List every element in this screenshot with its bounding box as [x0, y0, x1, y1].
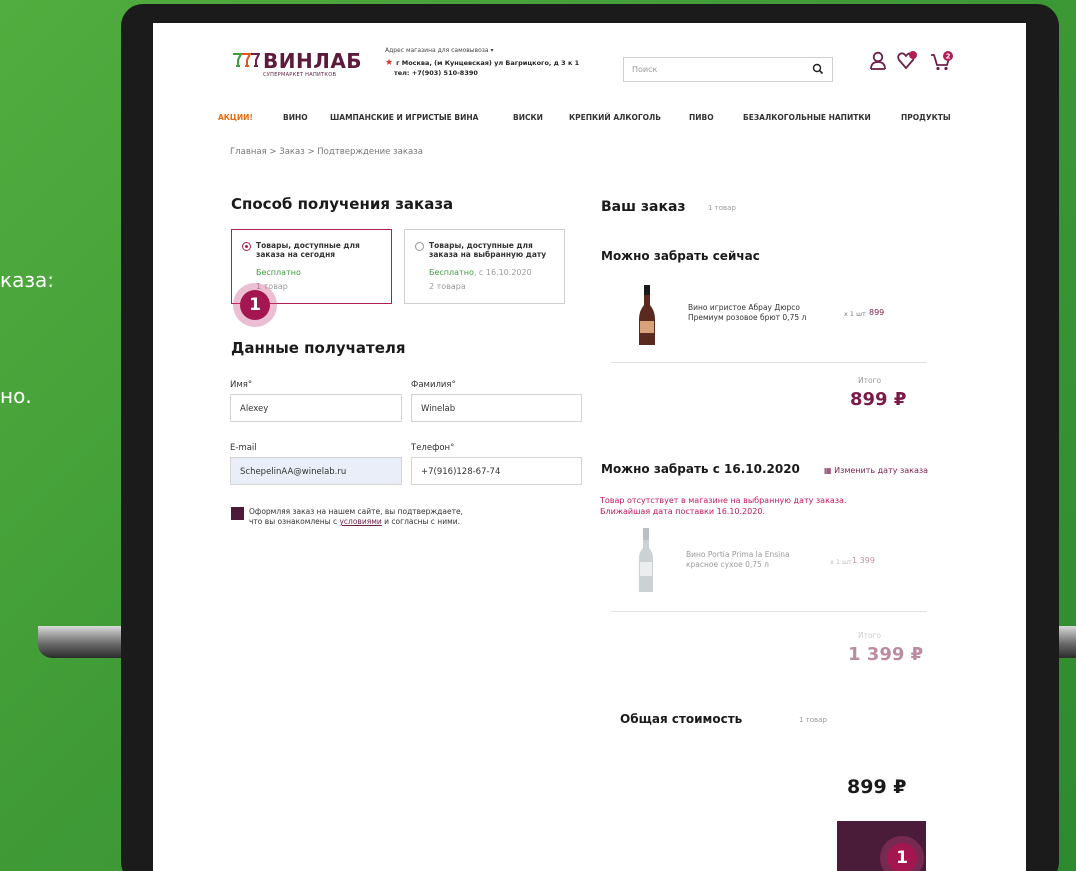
bottle-rose-image: [639, 285, 655, 345]
delivery-option-date[interactable]: Товары, доступные для заказа на выбранну…: [404, 229, 565, 304]
availability-warning: Товар отсутствует в магазине на выбранну…: [600, 496, 847, 516]
change-date-link[interactable]: ▦ Изменить дату заказа: [824, 466, 928, 475]
user-icon[interactable]: [869, 51, 887, 71]
email-label: E-mail: [230, 443, 257, 453]
product-name-2: Вино Portia Prima la Ensina красное сухо…: [686, 550, 790, 569]
grand-total-count: 1 товар: [799, 716, 827, 724]
nav-item-sparkling[interactable]: ШАМПАНСКИЕ И ИГРИСТЫЕ ВИНА: [330, 113, 478, 122]
browser-screen: ВИНЛАБ СУПЕРМАРКЕТ НАПИТКОВ Адрес магази…: [153, 23, 1026, 871]
recipient-title: Данные получателя: [231, 339, 406, 357]
main-nav: АКЦИИ! ВИНО ШАМПАНСКИЕ И ИГРИСТЫЕ ВИНА В…: [218, 113, 1018, 127]
checkbox-icon[interactable]: [231, 507, 244, 520]
search-input[interactable]: Поиск: [623, 57, 833, 82]
first-name-field[interactable]: Alexey: [230, 394, 402, 422]
step-badge-1: 1: [233, 283, 277, 327]
breadcrumb[interactable]: Главная > Заказ > Подтверждение заказа: [230, 147, 423, 157]
nav-item-sale[interactable]: АКЦИИ!: [218, 113, 253, 122]
chevron-down-icon: ▾: [490, 47, 494, 54]
nav-item-food[interactable]: ПРОДУКТЫ: [901, 113, 951, 122]
bottle-red-image: [639, 528, 653, 592]
option-price: Бесплатно, с 16.10.2020: [429, 268, 532, 277]
nav-item-strong[interactable]: КРЕПКИЙ АЛКОГОЛЬ: [569, 113, 661, 122]
nav-item-beer[interactable]: ПИВО: [689, 113, 714, 122]
grand-total: 899 ₽: [847, 776, 907, 798]
store-address: ★ г Москва, (м Кунцевская) ул Багрицкого,…: [385, 58, 580, 68]
product-name-1: Вино игристое Абрау Дюрсо Премиум розово…: [688, 303, 807, 322]
address-label[interactable]: Адрес магазина для самовывоза ▾: [385, 47, 494, 54]
delivery-title: Способ получения заказа: [231, 195, 454, 213]
option-title: Товары, доступные для заказа на выбранну…: [429, 241, 547, 259]
option-title: Товары, доступные для заказа на сегодня: [256, 241, 360, 259]
product-qty-1: х 1 шт: [844, 310, 866, 318]
calendar-icon: ▦: [824, 466, 832, 475]
phone-field[interactable]: +7(916)128-67-74: [411, 457, 582, 485]
nav-item-wine[interactable]: ВИНО: [283, 113, 308, 122]
star-icon: ★: [385, 58, 394, 68]
product-qty-2: х 1 шт: [830, 558, 852, 566]
logo-glasses-icon: [233, 53, 260, 67]
cart-count: 2: [946, 53, 951, 61]
radio-icon[interactable]: [415, 242, 424, 251]
email-field[interactable]: SchepelinAA@winelab.ru: [230, 457, 402, 485]
product-price-2: 1 399: [852, 556, 875, 565]
terms-link[interactable]: условиями: [339, 517, 381, 526]
option-count: 2 товара: [429, 282, 466, 291]
subtotal-later: 1 399 ₽: [848, 644, 924, 665]
phone-label: Телефон°: [411, 443, 455, 453]
first-name-label: Имя°: [230, 380, 253, 390]
nav-item-soft-drinks[interactable]: БЕЗАЛКОГОЛЬНЫЕ НАПИТКИ: [743, 113, 871, 122]
cart-icon[interactable]: 2: [930, 51, 954, 71]
slide-text-line-2: но.: [0, 384, 32, 408]
last-name-label: Фамилия°: [411, 380, 456, 390]
logo[interactable]: ВИНЛАБ: [263, 49, 362, 73]
consent-text: Оформляя заказ на нашем сайте, вы подтве…: [249, 507, 463, 526]
divider: [611, 611, 927, 612]
option-price: Бесплатно: [256, 268, 301, 277]
product-price-1: 899: [869, 308, 885, 317]
logo-subtitle: СУПЕРМАРКЕТ НАПИТКОВ: [263, 72, 337, 78]
heart-icon[interactable]: [897, 51, 919, 71]
store-phone: тел: +7(903) 510-8390: [394, 69, 478, 77]
radio-icon[interactable]: [242, 242, 251, 251]
last-name-field[interactable]: Winelab: [411, 394, 582, 422]
search-placeholder: Поиск: [632, 65, 658, 74]
search-icon[interactable]: [812, 63, 824, 75]
pickup-later-title: Можно забрать с 16.10.2020: [601, 462, 800, 476]
subtotal-now: 899 ₽: [850, 389, 907, 410]
subtotal-later-label: Итого: [858, 631, 882, 640]
divider: [611, 362, 927, 363]
nav-item-whisky[interactable]: ВИСКИ: [513, 113, 543, 122]
order-title: Ваш заказ: [601, 199, 686, 215]
pickup-now-title: Можно забрать сейчас: [601, 249, 760, 263]
grand-total-title: Общая стоимость: [620, 712, 743, 726]
slide-text-line-1: каза:: [0, 268, 54, 292]
order-count: 1 товар: [708, 204, 736, 212]
subtotal-now-label: Итого: [858, 376, 882, 385]
